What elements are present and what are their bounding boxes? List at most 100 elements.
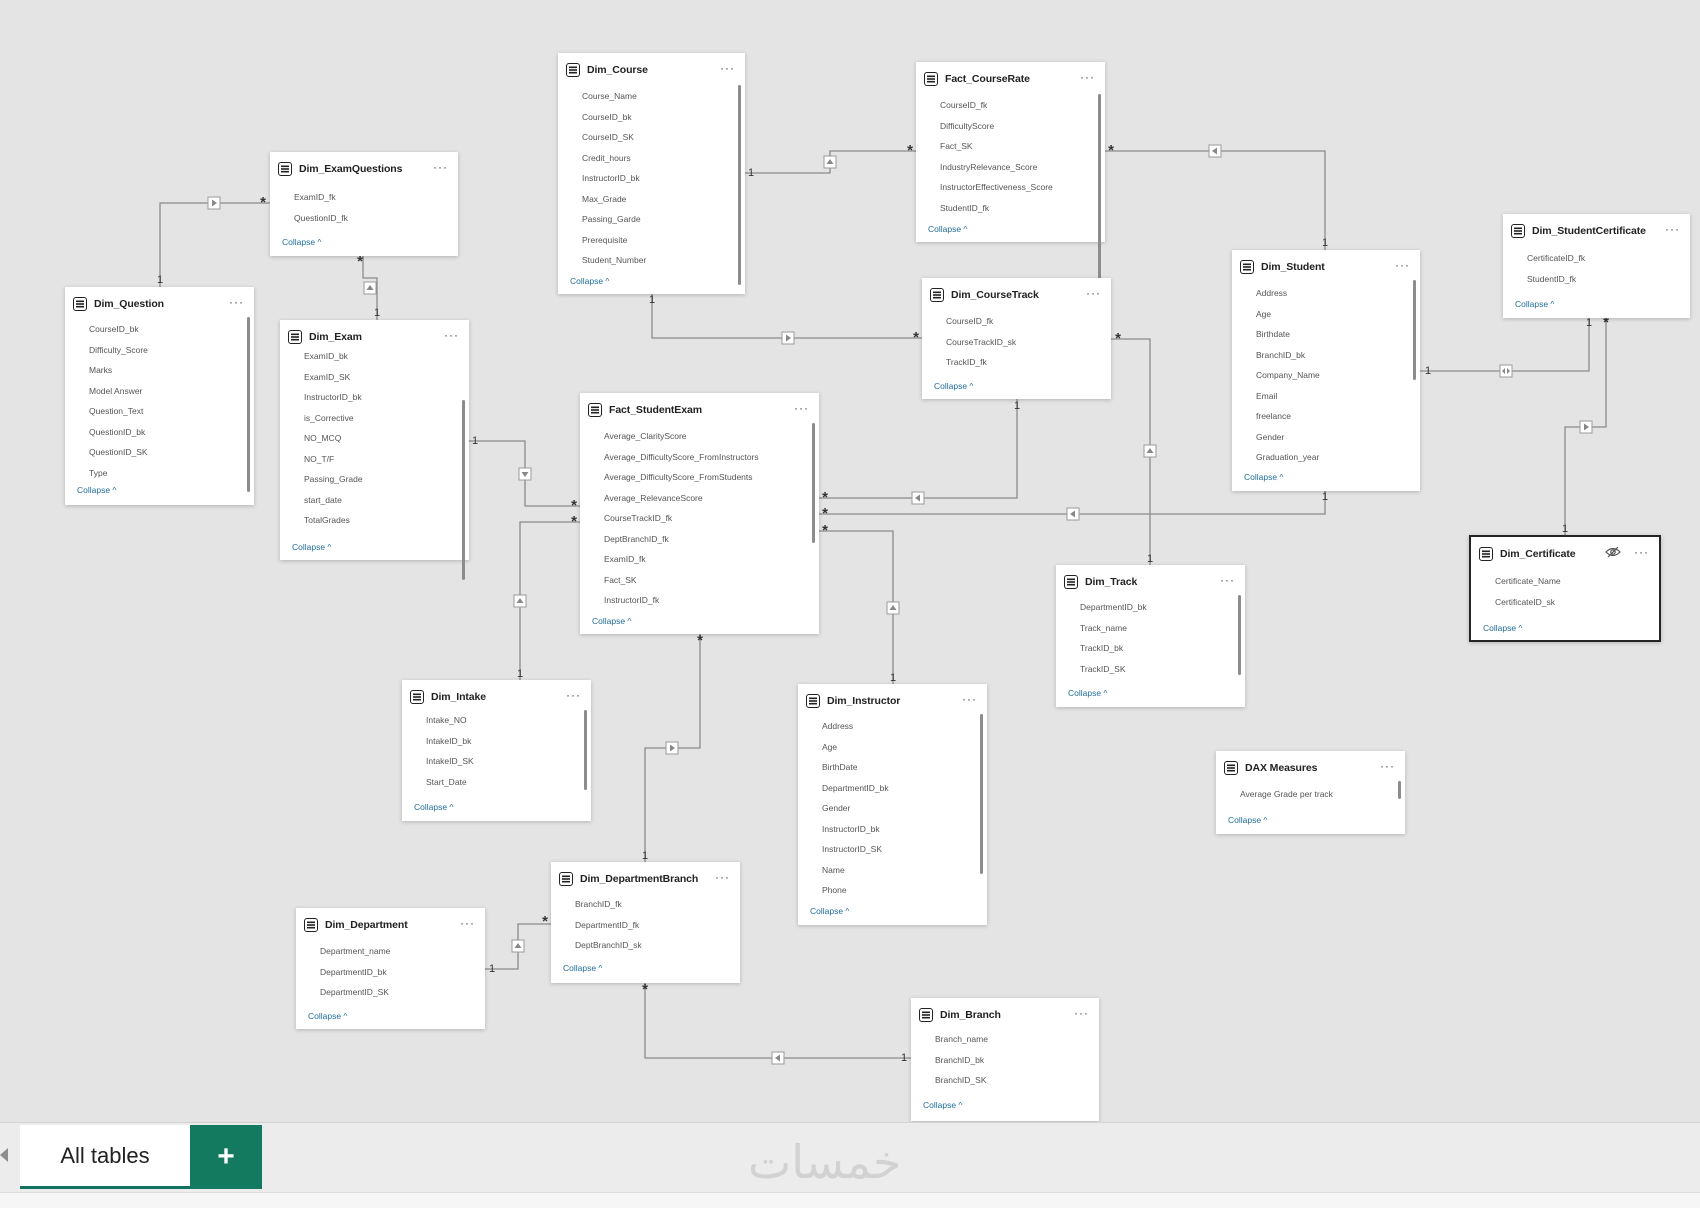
field-item[interactable]: Average_RelevanceScore [604, 488, 807, 509]
field-item[interactable]: Email [1256, 386, 1408, 407]
field-item[interactable]: InstructorEffectiveness_Score [940, 177, 1093, 198]
more-options-icon[interactable]: ··· [229, 295, 244, 309]
table-card-dim-departmentbranch[interactable]: Dim_DepartmentBranch ··· BranchID_fk Depart… [551, 862, 740, 983]
field-item[interactable]: Course_Name [582, 86, 733, 107]
add-tab-button[interactable]: + [190, 1125, 262, 1189]
field-item[interactable]: IntakeID_SK [426, 751, 579, 772]
field-item[interactable]: InstructorID_bk [582, 168, 733, 189]
field-list[interactable]: Branch_name BranchID_bk BranchID_SK [911, 1029, 1087, 1094]
field-item[interactable]: CourseID_bk [89, 319, 242, 340]
table-card-dim-examquestions[interactable]: Dim_ExamQuestions ··· ExamID_fk QuestionID_… [270, 152, 458, 256]
field-item[interactable]: DepartmentID_bk [822, 778, 975, 799]
field-list[interactable]: Address Age BirthDate DepartmentID_bk Gender… [798, 716, 975, 900]
field-item[interactable]: CourseID_fk [940, 95, 1093, 116]
field-item[interactable]: Average_DifficultyScore_FromStudents [604, 467, 807, 488]
field-item[interactable]: Fact_SK [940, 136, 1093, 157]
field-list[interactable]: CourseID_fk CourseTrackID_sk TrackID_fk [922, 311, 1099, 375]
field-item[interactable]: Marks [89, 360, 242, 381]
field-item[interactable]: QuestionID_fk [294, 208, 446, 229]
field-list[interactable]: ExamID_bk ExamID_SK InstructorID_bk is_Corr… [280, 346, 457, 536]
table-card-dim-studentcertificate[interactable]: Dim_StudentCertificate ··· CertificateID_f… [1503, 214, 1690, 318]
field-list[interactable]: Department_name DepartmentID_bk Department… [296, 941, 473, 1005]
table-header[interactable]: Dim_Track ··· [1056, 565, 1245, 599]
field-item[interactable]: CourseID_bk [582, 107, 733, 128]
field-item[interactable]: CourseTrackID_fk [604, 508, 807, 529]
table-card-dim-question[interactable]: Dim_Question ··· CourseID_bk Difficulty_Sco… [65, 287, 254, 505]
collapse-link[interactable]: Collapse ^ [592, 616, 631, 626]
more-options-icon[interactable]: ··· [1074, 1006, 1089, 1020]
collapse-link[interactable]: Collapse ^ [934, 381, 973, 391]
collapse-link[interactable]: Collapse ^ [1068, 688, 1107, 698]
more-options-icon[interactable]: ··· [1080, 70, 1095, 84]
field-item[interactable]: NO_MCQ [304, 428, 457, 449]
more-options-icon[interactable]: ··· [1634, 545, 1649, 559]
field-item[interactable]: Student_Number [582, 250, 733, 270]
field-item[interactable]: DepartmentID_bk [1080, 597, 1233, 618]
table-header[interactable]: Dim_Branch ··· [911, 998, 1099, 1032]
table-header[interactable]: Fact_CourseRate ··· [916, 62, 1105, 96]
field-item[interactable]: BranchID_SK [935, 1070, 1087, 1091]
table-card-dim-department[interactable]: Dim_Department ··· Department_name Departme… [296, 908, 485, 1029]
table-header[interactable]: Dim_DepartmentBranch ··· [551, 862, 740, 896]
field-item[interactable]: Gender [822, 798, 975, 819]
field-item[interactable]: CertificateID_sk [1495, 592, 1647, 613]
field-item[interactable]: BranchID_bk [935, 1050, 1087, 1071]
field-item[interactable]: Track_name [1080, 618, 1233, 639]
field-item[interactable]: QuestionID_SK [89, 442, 242, 463]
table-header[interactable]: Dim_Certificate ··· [1471, 537, 1659, 571]
field-item[interactable]: Graduation_year [1256, 447, 1408, 466]
scrollbar[interactable] [1238, 595, 1241, 675]
field-list[interactable]: CertificateID_fk StudentID_fk [1503, 248, 1678, 293]
field-item[interactable]: Name [822, 860, 975, 881]
field-item[interactable]: Intake_NO [426, 710, 579, 731]
field-item[interactable]: ExamID_fk [604, 549, 807, 570]
model-canvas[interactable]: 1 * * 1 1 * * 1 1 * 1 * 1 * 1 * 1 * 1 * 1 * 1 1 * 1 1 * 1 * 1 * Dim_Cou… [0, 0, 1700, 1122]
field-item[interactable]: start_date [304, 490, 457, 511]
field-item[interactable]: DeptBranchID_fk [604, 529, 807, 550]
field-list[interactable]: Average_ClarityScore Average_DifficultySc… [580, 426, 807, 610]
table-card-fact-studentexam[interactable]: Fact_StudentExam ··· Average_ClarityScore A… [580, 393, 819, 634]
field-item[interactable]: Passing_Garde [582, 209, 733, 230]
field-item[interactable]: Age [822, 737, 975, 758]
field-list[interactable]: Course_Name CourseID_bk CourseID_SK Credit_… [558, 86, 733, 270]
collapse-link[interactable]: Collapse ^ [1228, 815, 1267, 825]
field-item[interactable]: CourseID_fk [946, 311, 1099, 332]
field-item[interactable]: DifficultyScore [940, 116, 1093, 137]
table-header[interactable]: Dim_ExamQuestions ··· [270, 152, 458, 186]
collapse-link[interactable]: Collapse ^ [923, 1100, 962, 1110]
scrollbar[interactable] [738, 85, 741, 285]
field-list[interactable]: Average Grade per track [1216, 784, 1393, 809]
field-list[interactable]: DepartmentID_bk Track_name TrackID_bk Track… [1056, 597, 1233, 682]
collapse-link[interactable]: Collapse ^ [563, 963, 602, 973]
field-item[interactable]: BirthDate [822, 757, 975, 778]
collapse-link[interactable]: Collapse ^ [1244, 472, 1283, 482]
table-header[interactable]: Dim_CourseTrack ··· [922, 278, 1111, 312]
table-card-dim-exam[interactable]: Dim_Exam ··· ExamID_bk ExamID_SK InstructorI… [280, 320, 469, 580]
collapse-link[interactable]: Collapse ^ [810, 906, 849, 916]
table-card-dim-track[interactable]: Dim_Track ··· DepartmentID_bk Track_name Tra… [1056, 565, 1245, 707]
field-item[interactable]: Difficulty_Score [89, 340, 242, 361]
field-item[interactable]: TrackID_fk [946, 352, 1099, 373]
field-item[interactable]: NO_T/F [304, 449, 457, 470]
more-options-icon[interactable]: ··· [444, 328, 459, 342]
more-options-icon[interactable]: ··· [720, 61, 735, 75]
collapse-link[interactable]: Collapse ^ [928, 224, 967, 234]
table-card-dim-intake[interactable]: Dim_Intake ··· Intake_NO IntakeID_bk IntakeI… [402, 680, 591, 821]
field-item[interactable]: ExamID_fk [294, 187, 446, 208]
table-header[interactable]: Dim_Course ··· [558, 53, 745, 87]
scrollbar[interactable] [980, 714, 983, 874]
scroll-left-icon[interactable] [0, 1148, 8, 1162]
field-item[interactable]: Passing_Grade [304, 469, 457, 490]
scrollbar[interactable] [1098, 94, 1101, 284]
field-item[interactable]: Birthdate [1256, 324, 1408, 345]
field-item[interactable]: TotalGrades [304, 510, 457, 531]
field-item[interactable]: CourseID_SK [582, 127, 733, 148]
relationship-line[interactable] [819, 399, 1018, 499]
table-card-dim-student[interactable]: Dim_Student ··· Address Age Birthdate BranchI… [1232, 250, 1420, 491]
scrollbar[interactable] [1413, 280, 1416, 380]
field-list[interactable]: Intake_NO IntakeID_bk IntakeID_SK Start_Dat… [402, 710, 579, 796]
field-item[interactable]: InstructorID_fk [604, 590, 807, 610]
field-item[interactable]: DepartmentID_fk [575, 915, 728, 936]
table-card-fact-courserate[interactable]: Fact_CourseRate ··· CourseID_fk DifficultyS… [916, 62, 1105, 284]
collapse-link[interactable]: Collapse ^ [570, 276, 609, 286]
